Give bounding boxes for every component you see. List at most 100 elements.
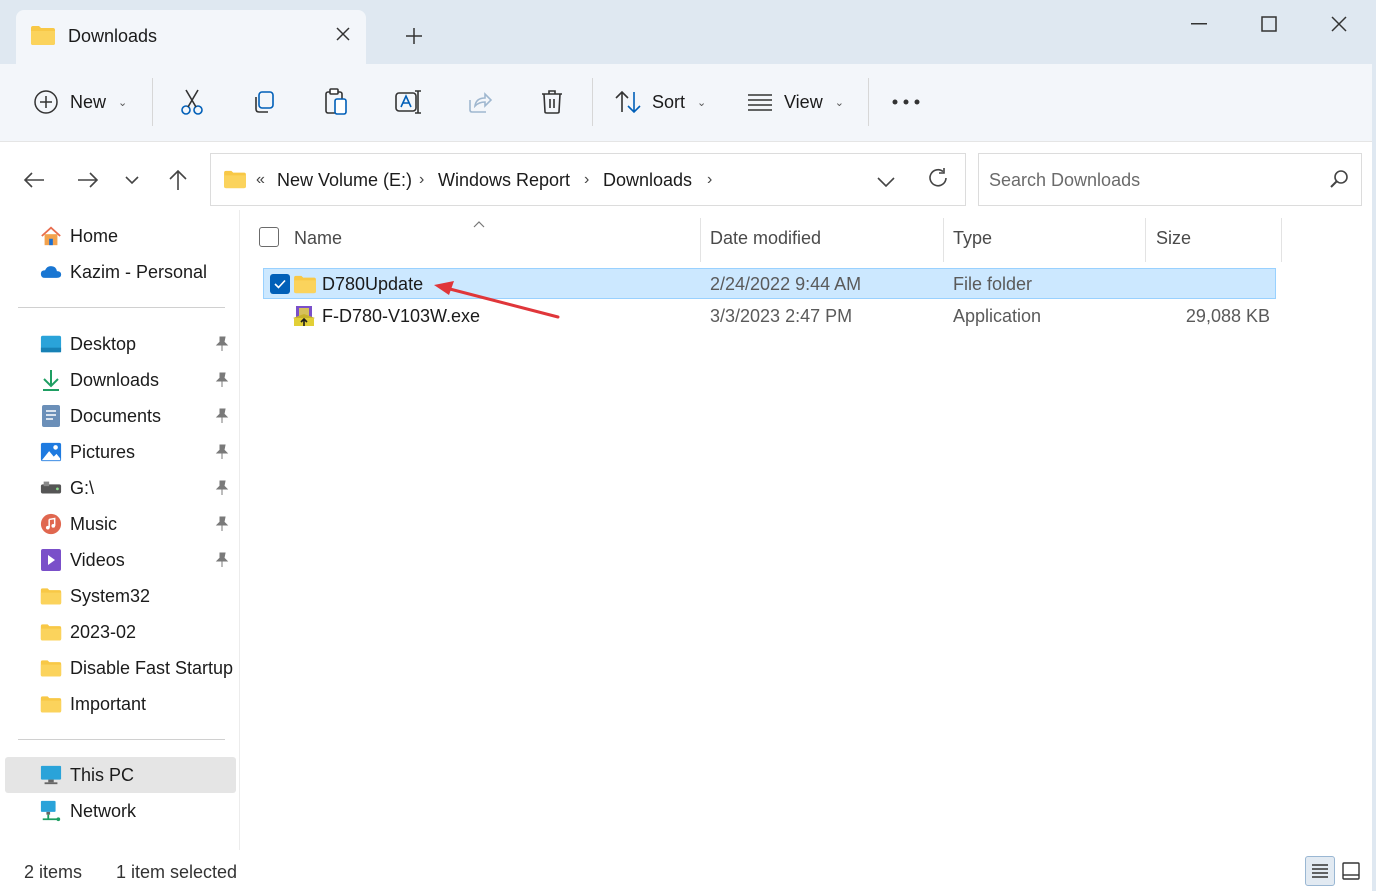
minimize-button[interactable] — [1176, 8, 1222, 40]
nav-item-pictures[interactable]: Pictures — [40, 437, 135, 467]
pin-icon[interactable] — [214, 336, 230, 352]
breadcrumb-windows-report[interactable]: Windows Report — [438, 170, 570, 191]
new-tab-button[interactable] — [400, 22, 428, 50]
chevron-right-icon[interactable]: › — [419, 171, 424, 189]
more-icon — [892, 88, 920, 116]
folder-icon — [223, 169, 247, 194]
videos-icon — [40, 549, 62, 571]
file-size: 29,088 KB — [1185, 306, 1270, 326]
column-divider[interactable] — [1281, 218, 1282, 262]
cut-button[interactable] — [178, 82, 206, 122]
nav-item-label: Music — [70, 513, 118, 534]
command-bar: New ⌄ Sort ⌄ View ⌄ — [0, 64, 1376, 142]
forward-button[interactable] — [72, 164, 104, 196]
folder-icon — [40, 585, 62, 607]
up-button[interactable] — [162, 164, 194, 196]
recent-locations-button[interactable] — [116, 164, 148, 196]
sort-button[interactable]: Sort ⌄ — [614, 82, 706, 122]
row-checkbox-checked[interactable] — [270, 274, 290, 294]
tab-downloads[interactable]: Downloads — [16, 10, 366, 64]
nav-item-network[interactable]: Network — [40, 796, 136, 826]
pin-icon[interactable] — [214, 480, 230, 496]
select-all-checkbox[interactable] — [259, 227, 279, 247]
nav-item-system32[interactable]: System32 — [40, 581, 150, 611]
paste-button[interactable] — [322, 82, 350, 122]
nav-item-important[interactable]: Important — [40, 689, 146, 719]
refresh-icon[interactable] — [927, 167, 949, 194]
nav-item-home[interactable]: Home — [40, 221, 118, 251]
address-bar[interactable]: « New Volume (E:) › Windows Report › Dow… — [210, 153, 966, 206]
address-dropdown-icon[interactable] — [877, 174, 895, 192]
nav-item-2023-02[interactable]: 2023-02 — [40, 617, 136, 647]
nav-item-label: Documents — [70, 405, 162, 426]
pane-splitter[interactable] — [239, 210, 240, 850]
breadcrumb-overflow[interactable]: « — [256, 171, 265, 189]
breadcrumb-downloads[interactable]: Downloads — [603, 170, 692, 191]
column-divider[interactable] — [700, 218, 701, 262]
chevron-down-icon: ⌄ — [118, 96, 128, 109]
pin-icon[interactable] — [214, 552, 230, 568]
nav-item-disable-fast-startup[interactable]: Disable Fast Startup — [40, 653, 233, 683]
search-input[interactable]: Search Downloads — [989, 170, 1140, 191]
search-box[interactable]: Search Downloads — [978, 153, 1362, 206]
chevron-down-icon: ⌄ — [697, 96, 707, 109]
toolbar-divider — [592, 78, 593, 126]
tiles-view-button[interactable] — [1340, 860, 1362, 882]
nav-divider — [18, 307, 225, 308]
rename-icon — [394, 88, 422, 116]
toolbar-divider — [868, 78, 869, 126]
column-divider[interactable] — [943, 218, 944, 262]
nav-item-onedrive[interactable]: Kazim - Personal — [40, 257, 207, 287]
copy-button[interactable] — [250, 82, 278, 122]
pin-icon[interactable] — [214, 372, 230, 388]
new-button[interactable]: New ⌄ — [32, 82, 127, 122]
close-window-button[interactable] — [1316, 8, 1362, 40]
close-tab-icon[interactable] — [332, 24, 354, 46]
desktop-icon — [40, 333, 62, 355]
status-item-count: 2 items — [24, 862, 83, 882]
nav-item-music[interactable]: Music — [40, 509, 117, 539]
view-button[interactable]: View ⌄ — [746, 82, 844, 122]
nav-item-label: Disable Fast Startup — [70, 657, 234, 678]
pin-icon[interactable] — [214, 516, 230, 532]
chevron-right-icon[interactable]: › — [707, 171, 712, 189]
nav-item-this-pc[interactable]: This PC — [40, 760, 134, 790]
delete-button[interactable] — [538, 82, 566, 122]
details-view-button[interactable] — [1305, 856, 1335, 886]
nav-item-downloads[interactable]: Downloads — [40, 365, 159, 395]
nav-item-desktop[interactable]: Desktop — [40, 329, 136, 359]
column-header-type[interactable]: Type — [953, 228, 992, 249]
pin-icon[interactable] — [214, 408, 230, 424]
maximize-button[interactable] — [1246, 8, 1292, 40]
status-selection: 1 item selected — [116, 862, 238, 882]
network-icon — [40, 800, 62, 822]
folder-icon — [40, 693, 62, 715]
nav-item-label: Downloads — [70, 369, 160, 390]
breadcrumb-new-volume[interactable]: New Volume (E:) — [277, 170, 412, 191]
column-header-date-modified[interactable]: Date modified — [710, 228, 821, 249]
chevron-right-icon[interactable]: › — [584, 171, 589, 189]
pin-icon[interactable] — [214, 444, 230, 460]
file-name[interactable]: D780Update — [322, 274, 423, 295]
back-button[interactable] — [18, 164, 50, 196]
rename-button[interactable] — [394, 82, 422, 122]
nav-item-drive-g[interactable]: G:\ — [40, 473, 94, 503]
nav-item-label: G:\ — [70, 477, 95, 498]
folder-icon — [30, 24, 56, 51]
plus-circle-icon — [32, 88, 60, 116]
column-divider[interactable] — [1145, 218, 1146, 262]
nav-item-videos[interactable]: Videos — [40, 545, 125, 575]
sort-button-label: Sort — [652, 91, 686, 112]
nav-item-label: Home — [70, 225, 119, 246]
nav-item-documents[interactable]: Documents — [40, 401, 161, 431]
more-options-button[interactable] — [892, 82, 920, 122]
annotation-arrow — [434, 281, 560, 319]
folder-icon — [40, 621, 62, 643]
column-header-size[interactable]: Size — [1156, 228, 1191, 249]
sort-icon — [614, 88, 642, 116]
column-header-name[interactable]: Name — [294, 228, 342, 249]
nav-item-label: 2023-02 — [70, 621, 137, 642]
tiles-view-icon — [1342, 862, 1360, 880]
delete-icon — [538, 88, 566, 116]
tab-title: Downloads — [68, 26, 158, 46]
